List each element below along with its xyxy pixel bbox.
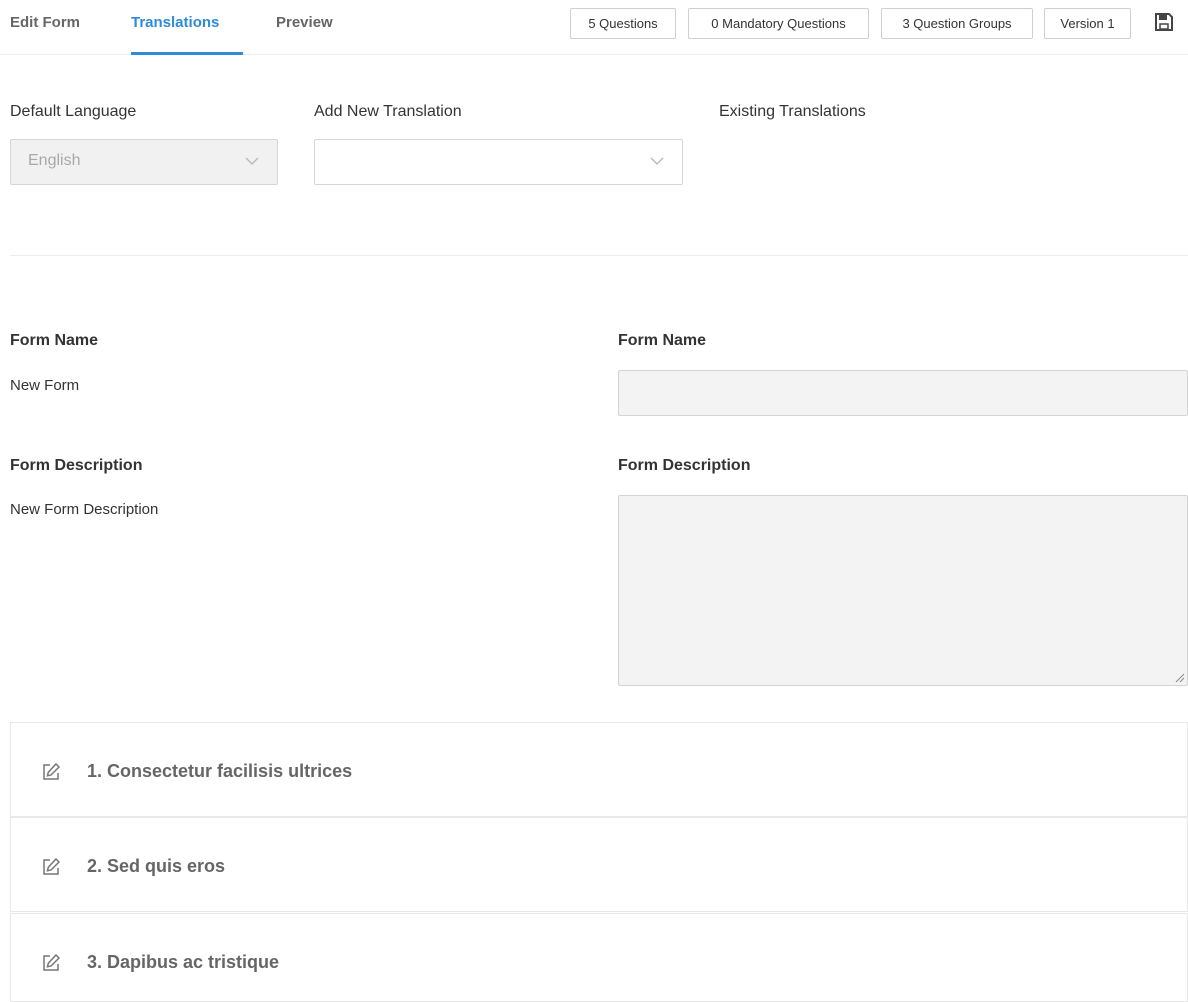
existing-translations-label: Existing Translations (719, 103, 866, 120)
tab-translations[interactable]: Translations (131, 14, 219, 31)
active-tab-indicator (131, 52, 243, 55)
default-language-value: English (28, 152, 81, 169)
question-group-title: 3. Dapibus ac tristique (87, 952, 280, 972)
form-name-label: Form Name (10, 332, 99, 349)
question-group-item[interactable]: 1. Consectetur facilisis ultrices (10, 722, 1188, 817)
top-bar: Edit Form Translations Preview 5 Questio… (0, 0, 1188, 55)
edit-icon[interactable] (41, 953, 61, 973)
translated-form-name-input[interactable] (618, 370, 1188, 416)
chevron-down-icon (245, 157, 259, 165)
translated-form-description-label: Form Description (618, 457, 751, 474)
add-translation-select[interactable] (314, 139, 683, 185)
default-language-label: Default Language (10, 103, 137, 120)
translated-form-name-label: Form Name (618, 332, 707, 349)
form-description-value: New Form Description (10, 501, 159, 518)
edit-icon[interactable] (41, 857, 61, 877)
mandatory-questions-badge: 0 Mandatory Questions (688, 8, 869, 39)
floppy-disk-icon[interactable] (1154, 12, 1174, 32)
tab-edit-form[interactable]: Edit Form (10, 14, 80, 31)
translations-page: Edit Form Translations Preview 5 Questio… (0, 0, 1188, 1002)
translated-form-description-textarea[interactable] (618, 495, 1188, 686)
version-badge: Version 1 (1044, 8, 1131, 39)
add-translation-label: Add New Translation (314, 103, 462, 120)
chevron-down-icon (650, 157, 664, 165)
question-group-item[interactable]: 2. Sed quis eros (10, 817, 1188, 912)
form-description-label: Form Description (10, 457, 143, 474)
tab-preview[interactable]: Preview (276, 14, 333, 31)
questions-count-badge: 5 Questions (570, 8, 676, 39)
question-groups-badge: 3 Question Groups (881, 8, 1033, 39)
resize-grip-icon[interactable] (1173, 671, 1185, 683)
edit-icon[interactable] (41, 762, 61, 782)
question-group-item[interactable]: 3. Dapibus ac tristique (10, 913, 1188, 1002)
form-name-value: New Form (10, 377, 80, 394)
question-group-title: 1. Consectetur facilisis ultrices (87, 761, 353, 781)
question-group-title: 2. Sed quis eros (87, 856, 226, 876)
default-language-select: English (10, 139, 278, 185)
section-divider (10, 255, 1188, 256)
